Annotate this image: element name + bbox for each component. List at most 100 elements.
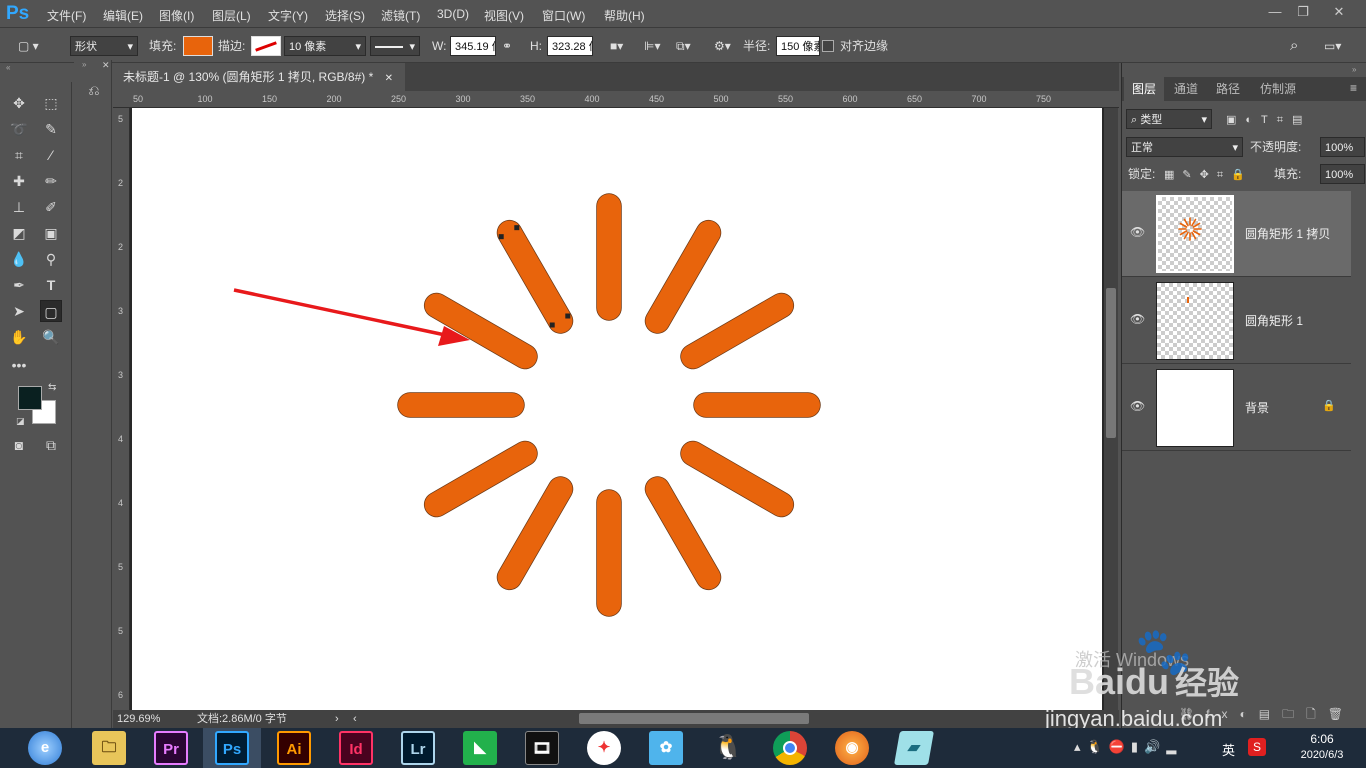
taskbar-app-other[interactable]: ▰	[885, 728, 943, 768]
layer-row[interactable]: 👁 圆角矩形 1	[1122, 278, 1351, 364]
hand-tool-icon[interactable]: ✋	[8, 326, 30, 348]
collapse-panel-icon[interactable]: »	[1352, 65, 1356, 74]
tab-channels[interactable]: 通道	[1166, 77, 1206, 101]
minimize-icon[interactable]: —	[1262, 2, 1288, 22]
taskbar-app-premiere[interactable]: Pr	[142, 728, 200, 768]
menu-type[interactable]: 文字(Y)	[268, 7, 308, 24]
height-field[interactable]: 323.28 像素	[547, 36, 593, 56]
radius-field[interactable]: 150 像素	[776, 36, 820, 56]
menu-edit[interactable]: 编辑(E)	[103, 7, 143, 24]
link-icon[interactable]: ⚭	[502, 36, 512, 56]
eye-icon[interactable]: 👁	[1130, 312, 1145, 326]
clock-date[interactable]: 2020/6/3	[1282, 749, 1362, 761]
close-tab-icon[interactable]: ✕	[385, 73, 393, 84]
stroke-width-select[interactable]: 10 像素 ▾	[284, 36, 366, 56]
menu-image[interactable]: 图像(I)	[159, 7, 194, 24]
rounded-rectangle-tool-icon[interactable]: ▢	[40, 300, 62, 322]
path-select-tool-icon[interactable]: ➤	[8, 300, 30, 322]
default-colors-icon[interactable]: ◪	[16, 416, 25, 427]
taskbar-app-explorer[interactable]: 🗀	[80, 728, 138, 768]
brush-tool-icon[interactable]: ✏	[40, 170, 62, 192]
anchor-point[interactable]	[549, 322, 555, 328]
eye-icon[interactable]: 👁	[1130, 225, 1145, 239]
gear-icon[interactable]: ⚙▾	[714, 36, 731, 56]
layer-row[interactable]: 👁 背景 🔒	[1122, 365, 1351, 451]
anchor-point[interactable]	[514, 225, 520, 231]
anchor-point[interactable]	[498, 234, 504, 240]
ime-indicator[interactable]: 英	[1222, 740, 1235, 759]
taskbar-app-qq[interactable]: 🐧	[699, 728, 757, 768]
tool-preset-icon[interactable]: ▢ ▾	[18, 36, 54, 56]
anchor-point[interactable]	[565, 313, 571, 319]
opacity-field[interactable]: 100%	[1320, 137, 1365, 157]
fill-field[interactable]: 100%	[1320, 164, 1365, 184]
zoom-tool-icon[interactable]: 🔍	[40, 326, 62, 348]
mode-select[interactable]: 形状 ▾	[70, 36, 138, 56]
taskbar-app-feather[interactable]: ✿	[637, 728, 695, 768]
quick-select-tool-icon[interactable]: ✎	[40, 118, 62, 140]
taskbar-app-xmind[interactable]: ◣	[451, 728, 509, 768]
path-arrangement-icon[interactable]: ⧉▾	[676, 36, 691, 56]
swap-colors-icon[interactable]: ⇆	[48, 382, 56, 393]
clock-time[interactable]: 6:06	[1292, 732, 1352, 746]
taskbar-app-chrome[interactable]	[761, 728, 819, 768]
marquee-tool-icon[interactable]: ⬚	[40, 92, 62, 114]
close-panel-icon[interactable]: ✕	[102, 60, 110, 71]
gradient-tool-icon[interactable]: ▣	[40, 222, 62, 244]
layer-name[interactable]: 圆角矩形 1 拷贝	[1245, 225, 1330, 242]
menu-3d[interactable]: 3D(D)	[437, 7, 469, 21]
lock-icons[interactable]: ▦✎✥⌗🔒	[1164, 168, 1253, 182]
vertical-scroll-thumb[interactable]	[1106, 288, 1116, 438]
tab-layers[interactable]: 图层	[1124, 77, 1164, 101]
menu-file[interactable]: 文件(F)	[47, 7, 86, 24]
type-tool-icon[interactable]: T	[40, 274, 62, 296]
align-edges-checkbox[interactable]	[822, 40, 834, 52]
workspace-icon[interactable]: ▭▾	[1324, 36, 1341, 56]
layer-filter-select[interactable]: ⌕ 类型 ▾	[1126, 109, 1212, 129]
horizontal-scroll-thumb[interactable]	[579, 713, 809, 724]
spinner-bar[interactable]	[645, 477, 721, 590]
menu-select[interactable]: 选择(S)	[325, 7, 365, 24]
spinner-bar[interactable]	[497, 220, 573, 333]
path-alignment-icon[interactable]: ⊫▾	[644, 36, 660, 56]
fill-swatch[interactable]	[183, 36, 213, 56]
spinner-bar[interactable]	[681, 293, 794, 369]
status-menu-arrow-icon[interactable]: ›	[335, 710, 339, 728]
tab-clone-source[interactable]: 仿制源	[1252, 77, 1304, 101]
eyedropper-tool-icon[interactable]: ⁄	[40, 144, 62, 166]
spinner-bar[interactable]	[497, 477, 573, 590]
taskbar-app-browser[interactable]: e	[16, 728, 74, 768]
eraser-tool-icon[interactable]: ◩	[8, 222, 30, 244]
blend-mode-select[interactable]: 正常 ▾	[1126, 137, 1243, 157]
layer-row[interactable]: 👁 圆角矩形 1 拷贝	[1122, 191, 1351, 277]
collapse-toolbox-icon[interactable]: «	[0, 63, 74, 73]
taskbar-app-photos[interactable]: ✦	[575, 728, 633, 768]
menu-view[interactable]: 视图(V)	[484, 7, 524, 24]
foreground-color-front[interactable]	[18, 386, 42, 410]
taskbar-app-photoshop[interactable]: Ps	[203, 728, 261, 768]
spinner-bar[interactable]	[645, 220, 721, 333]
sogou-icon[interactable]: S	[1248, 738, 1266, 756]
taskbar-app-fox[interactable]: ◉	[823, 728, 881, 768]
spinner-bar[interactable]	[424, 441, 537, 517]
spinner-bar[interactable]	[681, 441, 794, 517]
menu-help[interactable]: 帮助(H)	[604, 7, 645, 24]
screen-mode-icon[interactable]: ⧉	[40, 434, 62, 456]
width-field[interactable]: 345.19 像素	[450, 36, 496, 56]
pen-tool-icon[interactable]: ✒	[8, 274, 30, 296]
restore-icon[interactable]: ❐	[1290, 2, 1316, 22]
quick-mask-icon[interactable]: ◙	[8, 434, 30, 456]
crop-tool-icon[interactable]: ⌗	[8, 144, 30, 166]
search-icon[interactable]: ⌕	[1290, 36, 1298, 56]
more-tools-icon[interactable]: •••	[8, 354, 30, 376]
tray-icons[interactable]: ▴🐧⛔▮🔊▂	[1074, 739, 1182, 755]
layer-name[interactable]: 背景	[1245, 399, 1269, 416]
history-panel-icon[interactable]: ⎌	[82, 82, 106, 106]
spinner-artwork[interactable]	[132, 108, 1102, 710]
canvas[interactable]	[132, 108, 1102, 710]
stamp-tool-icon[interactable]: ⊥	[8, 196, 30, 218]
menu-window[interactable]: 窗口(W)	[542, 7, 585, 24]
taskbar-app-indesign[interactable]: Id	[327, 728, 385, 768]
stroke-type-select[interactable]: ▾	[370, 36, 420, 56]
zoom-level[interactable]: 129.69%	[117, 710, 160, 728]
